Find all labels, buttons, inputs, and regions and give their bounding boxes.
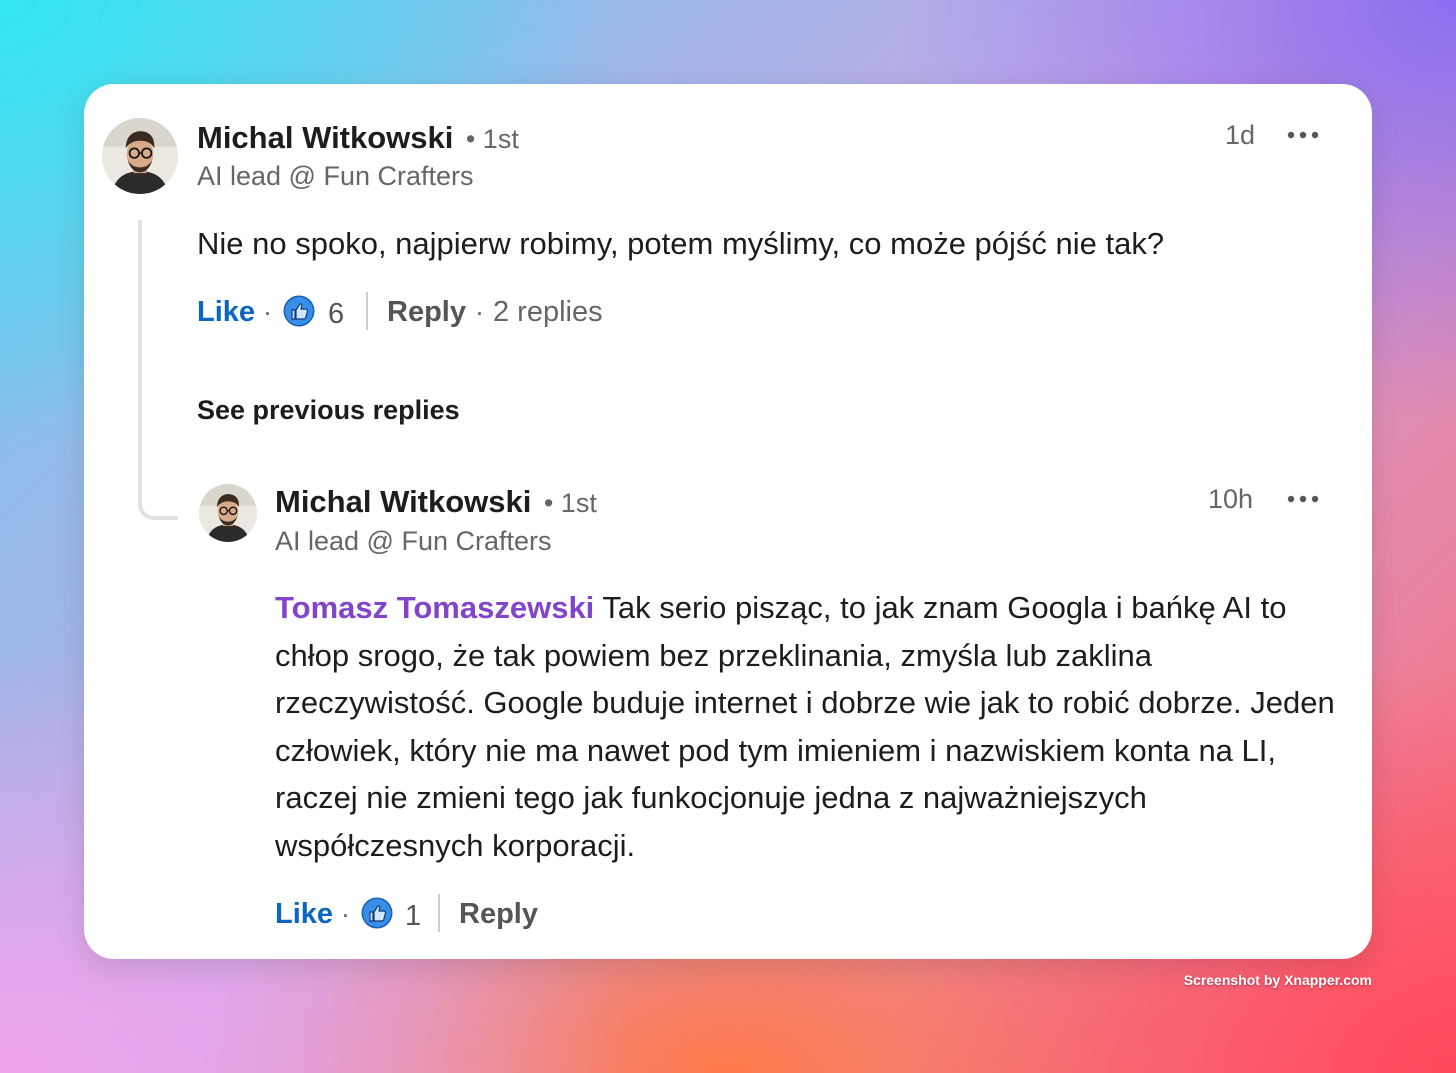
replies-count[interactable]: 2 replies [493,296,603,329]
reply-author-name[interactable]: Michal Witkowski [275,484,531,519]
thumbs-up-icon[interactable] [283,295,315,327]
reply-timestamp: 10h [1208,484,1254,514]
reaction-count[interactable]: 6 [328,298,344,331]
comment-author-row: Michal Witkowski • 1st [197,120,519,156]
reply-like-button[interactable]: Like [275,898,333,931]
separator-dot: · [341,899,350,929]
reply-author-avatar[interactable] [199,484,257,542]
author-avatar[interactable] [102,118,178,194]
reply-reply-button[interactable]: Reply [459,898,538,931]
comment-text: Nie no spoko, najpierw robimy, potem myś… [197,226,1165,261]
connection-degree: • 1st [465,124,519,154]
reply-text: Tomasz Tomaszewski Tak serio pisząc, to … [275,584,1339,869]
reply-author-headline: AI lead @ Fun Crafters [275,526,552,556]
more-horizontal-icon [1287,495,1319,503]
separator-dot: · [263,297,272,327]
author-name[interactable]: Michal Witkowski [197,120,453,155]
mention-link[interactable]: Tomasz Tomaszewski [275,590,594,625]
watermark: Screenshot by Xnapper.com [1183,972,1372,988]
reply-more-options-button[interactable] [1286,486,1326,510]
reply-reaction-count[interactable]: 1 [405,900,421,933]
more-horizontal-icon [1287,131,1319,139]
thumbs-up-icon[interactable] [361,897,393,929]
reply-author-row: Michal Witkowski • 1st [275,484,597,520]
thread-line [138,220,178,520]
divider [438,894,440,932]
more-options-button[interactable] [1286,122,1326,146]
see-previous-replies-link[interactable]: See previous replies [197,395,460,426]
divider [366,292,368,330]
author-headline: AI lead @ Fun Crafters [197,161,474,191]
like-button[interactable]: Like [197,296,255,329]
reply-connection-degree: • 1st [543,488,597,518]
reply-button[interactable]: Reply [387,296,466,329]
separator-dot: · [475,297,484,327]
reply-body: Tak serio pisząc, to jak znam Googla i b… [275,590,1335,863]
comment-timestamp: 1d [1225,120,1256,150]
comment-card: Michal Witkowski • 1st AI lead @ Fun Cra… [84,84,1372,959]
